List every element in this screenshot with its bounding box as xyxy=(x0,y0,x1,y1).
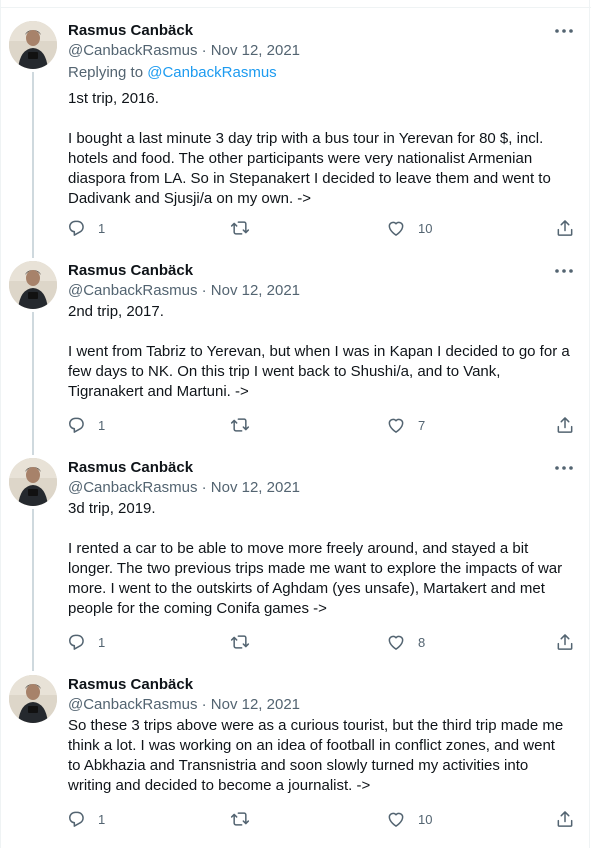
replying-handle-link[interactable]: @CanbackRasmus xyxy=(147,64,276,81)
like-count: 7 xyxy=(418,417,426,433)
share-icon xyxy=(557,811,573,827)
reply-icon xyxy=(69,634,84,650)
author-handle-date[interactable]: @CanbackRasmus · Nov 12, 2021 xyxy=(68,695,300,715)
avatar[interactable] xyxy=(9,21,57,69)
retweet-button[interactable] xyxy=(229,216,251,240)
like-count: 10 xyxy=(418,220,433,236)
author-name[interactable]: Rasmus Canbäck xyxy=(68,458,193,478)
reply-button[interactable]: 1 xyxy=(66,216,105,240)
retweet-icon xyxy=(230,418,250,432)
tweet-text: 3d trip, 2019. I rented a car to be able… xyxy=(68,500,563,617)
retweet-icon xyxy=(230,812,250,826)
tweet-actions: 1 7 xyxy=(61,413,581,437)
author-handle-date[interactable]: @CanbackRasmus · Nov 12, 2021 xyxy=(68,281,300,301)
avatar[interactable] xyxy=(9,458,57,506)
reply-count: 1 xyxy=(98,811,106,827)
avatar-image xyxy=(9,458,57,506)
share-button[interactable] xyxy=(555,413,575,437)
like-count: 8 xyxy=(418,634,426,650)
more-icon[interactable] xyxy=(549,263,579,279)
avatar[interactable] xyxy=(9,261,57,309)
more-icon[interactable] xyxy=(549,460,579,476)
like-button[interactable]: 10 xyxy=(386,216,432,240)
heart-icon xyxy=(388,812,404,827)
share-button[interactable] xyxy=(555,807,575,831)
share-icon xyxy=(557,220,573,236)
share-icon xyxy=(557,417,573,433)
reply-icon xyxy=(69,811,84,827)
author-handle-date[interactable]: @CanbackRasmus · Nov 12, 2021 xyxy=(68,478,300,498)
like-button[interactable]: 7 xyxy=(386,413,425,437)
like-button[interactable]: 10 xyxy=(386,807,432,831)
retweet-button[interactable] xyxy=(229,413,251,437)
reply-button[interactable]: 1 xyxy=(66,630,105,654)
reply-button[interactable]: 1 xyxy=(66,413,105,437)
thread-connector xyxy=(32,312,34,455)
tweet-text: 2nd trip, 2017. I went from Tabriz to Ye… xyxy=(68,303,570,400)
author-name[interactable]: Rasmus Canbäck xyxy=(68,21,193,41)
share-icon xyxy=(557,634,573,650)
reply-icon xyxy=(69,417,84,433)
like-button[interactable]: 8 xyxy=(386,630,425,654)
heart-icon xyxy=(388,418,404,433)
top-divider xyxy=(1,0,591,8)
author-name[interactable]: Rasmus Canbäck xyxy=(68,675,193,695)
reply-icon xyxy=(69,220,84,236)
retweet-button[interactable] xyxy=(229,807,251,831)
tweet-actions: 1 10 xyxy=(61,216,581,240)
replying-to: Replying to @CanbackRasmus xyxy=(68,63,277,83)
author-handle-date[interactable]: @CanbackRasmus · Nov 12, 2021 xyxy=(68,41,300,61)
avatar-image xyxy=(9,21,57,69)
heart-icon xyxy=(388,221,404,236)
share-button[interactable] xyxy=(555,630,575,654)
heart-icon xyxy=(388,635,404,650)
like-count: 10 xyxy=(418,811,433,827)
reply-count: 1 xyxy=(98,417,106,433)
author-name[interactable]: Rasmus Canbäck xyxy=(68,261,193,281)
thread-connector xyxy=(32,72,34,258)
retweet-button[interactable] xyxy=(229,630,251,654)
thread-connector xyxy=(32,509,34,671)
tweet-actions: 1 8 xyxy=(61,630,581,654)
timeline-column: Rasmus Canbäck @CanbackRasmus · Nov 12, … xyxy=(0,0,591,848)
tweet-actions: 1 10 xyxy=(61,807,581,831)
more-icon[interactable] xyxy=(549,23,579,39)
reply-count: 1 xyxy=(98,220,106,236)
tweet-text: 1st trip, 2016. I bought a last minute 3… xyxy=(68,90,551,207)
replying-prefix: Replying to xyxy=(68,64,148,81)
share-button[interactable] xyxy=(555,216,575,240)
avatar-image xyxy=(9,675,57,723)
avatar-image xyxy=(9,261,57,309)
avatar[interactable] xyxy=(9,675,57,723)
reply-count: 1 xyxy=(98,634,106,650)
reply-button[interactable]: 1 xyxy=(66,807,105,831)
tweet-text: So these 3 trips above were as a curious… xyxy=(68,717,564,794)
retweet-icon xyxy=(230,221,250,235)
retweet-icon xyxy=(230,635,250,649)
